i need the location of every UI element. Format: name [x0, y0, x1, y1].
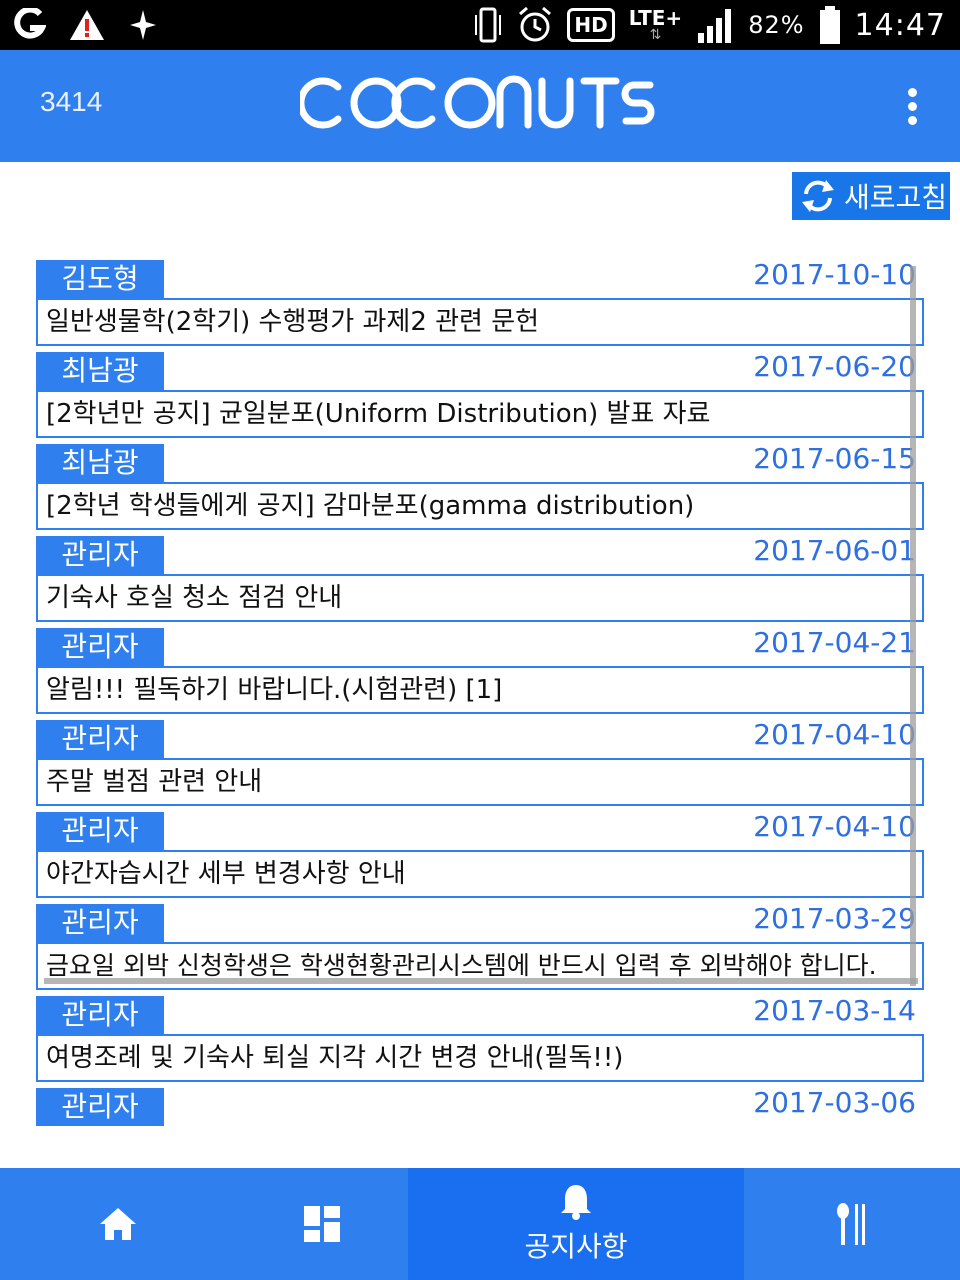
- notice-date: 2017-04-10: [753, 718, 916, 751]
- home-icon: [100, 1208, 136, 1240]
- notice-author: 관리자: [36, 720, 164, 758]
- notice-title[interactable]: [2학년 학생들에게 공지] 감마분포(gamma distribution): [36, 482, 924, 530]
- notice-title[interactable]: 기숙사 호실 청소 점검 안내: [36, 574, 924, 622]
- nav-notices-label: 공지사항: [524, 1230, 628, 1263]
- battery-percent: 82%: [748, 11, 805, 39]
- notice-item[interactable]: 최남광 2017-06-15 [2학년 학생들에게 공지] 감마분포(gamma…: [36, 442, 924, 534]
- bell-icon: [561, 1185, 591, 1220]
- status-bar: HD LTE+ ⇅ 82% 14:47: [0, 0, 960, 50]
- notice-date: 2017-06-15: [753, 442, 916, 475]
- notice-author: 관리자: [36, 1088, 164, 1126]
- coconuts-logo: [297, 75, 655, 129]
- notice-title[interactable]: 여명조례 및 기숙사 퇴실 지각 시간 변경 안내(필독!!): [36, 1034, 924, 1082]
- notice-date: 2017-04-10: [753, 810, 916, 843]
- notice-date: 2017-03-06: [753, 1086, 916, 1119]
- notice-item[interactable]: 김도형 2017-10-10 일반생물학(2학기) 수행평가 과제2 관련 문헌: [36, 258, 924, 350]
- refresh-icon: [802, 180, 834, 212]
- notice-date: 2017-06-01: [753, 534, 916, 567]
- status-right: HD LTE+ ⇅ 82% 14:47: [473, 4, 946, 46]
- notice-author: 관리자: [36, 536, 164, 574]
- notice-title[interactable]: 주말 벌점 관련 안내: [36, 758, 924, 806]
- alarm-icon: [519, 6, 552, 42]
- notice-author: 최남광: [36, 352, 164, 390]
- refresh-button[interactable]: 새로고침: [792, 172, 950, 220]
- sparkle-icon: [130, 10, 156, 40]
- nav-meal[interactable]: [744, 1168, 960, 1280]
- nav-dashboard[interactable]: [236, 1168, 408, 1280]
- notice-item[interactable]: 관리자 2017-04-10 야간자습시간 세부 변경사항 안내: [36, 810, 924, 902]
- vertical-scrollbar[interactable]: [910, 266, 916, 986]
- notice-date: 2017-06-20: [753, 350, 916, 383]
- notice-author: 관리자: [36, 996, 164, 1034]
- notice-item[interactable]: 관리자 2017-04-21 알림!!! 필독하기 바랍니다.(시험관련) [1…: [36, 626, 924, 718]
- notice-title[interactable]: 일반생물학(2학기) 수행평가 과제2 관련 문헌: [36, 298, 924, 346]
- notice-title[interactable]: 알림!!! 필독하기 바랍니다.(시험관련) [1]: [36, 666, 924, 714]
- refresh-label: 새로고침: [844, 181, 948, 214]
- bottom-nav: 공지사항: [0, 1168, 960, 1280]
- hd-icon: HD: [567, 8, 615, 42]
- notice-author: 김도형: [36, 260, 164, 298]
- more-vert-icon[interactable]: [900, 88, 924, 128]
- battery-icon: [819, 6, 840, 44]
- notice-list: 김도형 2017-10-10 일반생물학(2학기) 수행평가 과제2 관련 문헌…: [36, 258, 924, 1178]
- nav-notices[interactable]: 공지사항: [408, 1168, 744, 1280]
- notice-item[interactable]: 최남광 2017-06-20 [2학년만 공지] 균일분포(Uniform Di…: [36, 350, 924, 442]
- notice-item[interactable]: 관리자 2017-03-06: [36, 1086, 924, 1178]
- app-header: 3414: [0, 50, 960, 162]
- status-left: [14, 8, 158, 42]
- notice-item[interactable]: 관리자 2017-03-14 여명조례 및 기숙사 퇴실 지각 시간 변경 안내…: [36, 994, 924, 1086]
- notice-item[interactable]: 관리자 2017-04-10 주말 벌점 관련 안내: [36, 718, 924, 810]
- notice-title[interactable]: 야간자습시간 세부 변경사항 안내: [36, 850, 924, 898]
- app-logo: [0, 72, 960, 148]
- utensils-icon: [837, 1203, 865, 1245]
- network-label: LTE+: [628, 6, 683, 30]
- g-logo-icon: [14, 8, 46, 39]
- notice-author: 최남광: [36, 444, 164, 482]
- signal-icon: [698, 9, 732, 43]
- clock: 14:47: [854, 7, 946, 43]
- data-arrows-icon: ⇅: [649, 27, 662, 43]
- notice-author: 관리자: [36, 628, 164, 666]
- warning-icon: [70, 10, 104, 40]
- dashboard-icon: [304, 1206, 340, 1242]
- notice-date: 2017-03-29: [753, 902, 916, 935]
- notice-date: 2017-04-21: [753, 626, 916, 659]
- notice-date: 2017-10-10: [753, 258, 916, 291]
- notice-date: 2017-03-14: [753, 994, 916, 1027]
- notice-author: 관리자: [36, 812, 164, 850]
- horizontal-scrollbar[interactable]: [44, 978, 918, 984]
- notice-title[interactable]: [2학년만 공지] 균일분포(Uniform Distribution) 발표 …: [36, 390, 924, 438]
- lte-icon: LTE+ ⇅: [629, 8, 683, 42]
- nav-home[interactable]: [0, 1168, 236, 1280]
- notice-item[interactable]: 관리자 2017-06-01 기숙사 호실 청소 점검 안내: [36, 534, 924, 626]
- vibrate-icon: [475, 7, 502, 43]
- notice-author: 관리자: [36, 904, 164, 942]
